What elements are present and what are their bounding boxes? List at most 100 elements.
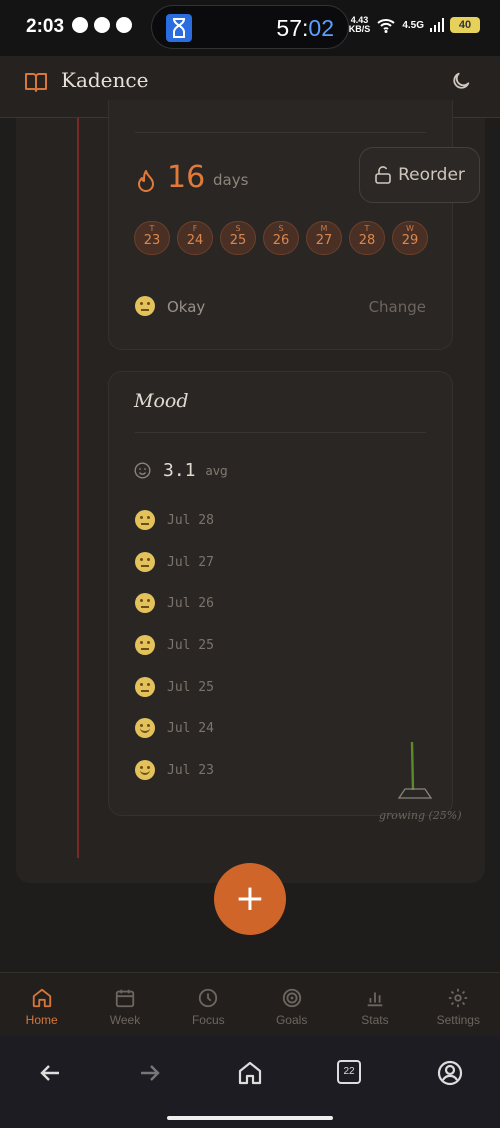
neutral-face-icon — [135, 296, 155, 316]
mood-average-value: 3.1 — [163, 460, 196, 481]
mood-entry: Jul 27 — [135, 552, 214, 572]
streak-unit: days — [213, 171, 249, 189]
nav-focus[interactable]: Focus — [167, 973, 250, 1036]
mood-entry-date: Jul 24 — [167, 720, 214, 736]
day-chip[interactable]: T 28 — [349, 221, 385, 255]
mood-average: 3.1 avg — [134, 460, 228, 481]
day-chip[interactable]: W 29 — [392, 221, 428, 255]
forward-arrow-icon[interactable] — [135, 1058, 165, 1088]
system-nav-bar — [0, 1036, 500, 1128]
app-title: Kadence — [61, 68, 149, 92]
nav-label: Goals — [275, 1013, 308, 1027]
net-speed-unit: KB/S — [348, 24, 371, 34]
target-icon — [282, 988, 301, 1008]
reorder-label: Reorder — [398, 165, 465, 185]
bar-chart-icon — [367, 992, 383, 1007]
day-chip[interactable]: M 27 — [306, 221, 342, 255]
account-icon[interactable] — [435, 1058, 465, 1088]
day-chip[interactable]: S 25 — [220, 221, 256, 255]
home-indicator[interactable] — [167, 1116, 333, 1120]
clock-icon — [199, 988, 218, 1008]
signal-icon — [430, 18, 444, 32]
smile-outline-icon — [134, 462, 151, 479]
mood-entry: Jul 23 — [135, 760, 214, 780]
tab-switcher-button[interactable]: 22 — [337, 1060, 361, 1084]
notification-icons — [72, 17, 132, 33]
day-number: 29 — [401, 233, 419, 248]
day-weekday: M — [320, 224, 328, 233]
margin-line — [77, 118, 79, 858]
mood-entry: Jul 25 — [135, 677, 214, 697]
browser-home-icon[interactable] — [235, 1058, 265, 1088]
day-number: 28 — [358, 233, 376, 248]
wifi-icon — [377, 19, 395, 33]
day-number: 23 — [143, 233, 161, 248]
nav-label: Home — [25, 1013, 58, 1027]
network-type: 4.5G — [402, 19, 424, 31]
mood-entry: Jul 26 — [135, 593, 214, 613]
mood-entry-date: Jul 23 — [167, 762, 214, 778]
day-chip[interactable]: T 23 — [134, 221, 170, 255]
day-number: 24 — [186, 233, 204, 248]
nav-stats[interactable]: Stats — [333, 973, 416, 1036]
day-number: 27 — [315, 233, 333, 248]
day-weekday: T — [149, 224, 155, 233]
day-number: 25 — [229, 233, 247, 248]
mood-card-title: Mood — [134, 390, 189, 412]
streak-count: 16 — [167, 160, 206, 195]
back-arrow-icon[interactable] — [35, 1058, 65, 1088]
status-bar: 2:03 57:02 4.43 KB/S 4.5G 40 — [0, 0, 500, 56]
gear-icon — [449, 988, 468, 1008]
plant-growth-label: growing (25%) — [379, 809, 462, 822]
bottom-nav: Home Week Focus Goals Stats Settings — [0, 972, 500, 1036]
whatsapp-icon — [94, 17, 110, 33]
day-chip[interactable]: S 26 — [263, 221, 299, 255]
nav-label: Focus — [191, 1013, 225, 1027]
chat-icon — [116, 17, 132, 33]
nav-week[interactable]: Week — [83, 973, 166, 1036]
home-icon — [32, 988, 51, 1008]
reorder-button[interactable]: Reorder — [359, 147, 480, 203]
book-icon — [25, 73, 47, 92]
snapchat-icon — [72, 17, 88, 33]
moon-icon[interactable] — [450, 70, 472, 92]
net-speed: 4.43 KB/S — [349, 16, 371, 34]
status-right: 4.43 KB/S 4.5G 40 — [349, 16, 480, 34]
live-activity-pill[interactable]: 57:02 — [151, 5, 349, 49]
streak-card: 16 days T 23 F 24 S 25 S 26 M 27 T 28 W 29 Okay… — [108, 100, 453, 350]
mood-card: Mood 3.1 avg Jul 28 Jul 27 Jul 26 Jul 25… — [108, 371, 462, 822]
week-days: T 23 F 24 S 25 S 26 M 27 T 28 W 29 — [134, 221, 428, 255]
timer-seconds: 02 — [308, 15, 334, 41]
unlock-icon — [375, 166, 391, 184]
nav-home[interactable]: Home — [0, 973, 83, 1036]
mood-entry: Jul 24 — [135, 718, 214, 738]
hourglass-icon — [166, 14, 192, 42]
timer-readout: 57:02 — [276, 15, 334, 42]
neutral-face-icon — [135, 552, 155, 572]
day-weekday: F — [192, 224, 198, 233]
mood-entry-date: Jul 28 — [167, 512, 214, 528]
day-weekday: T — [364, 224, 370, 233]
nav-label: Settings — [436, 1013, 480, 1027]
mood-entry: Jul 28 — [135, 510, 214, 530]
day-number: 26 — [272, 233, 290, 248]
add-entry-button[interactable]: + — [214, 863, 286, 935]
day-weekday: W — [406, 224, 414, 233]
change-mood-button[interactable]: Change — [369, 298, 426, 316]
nav-settings[interactable]: Settings — [417, 973, 500, 1036]
card-divider — [135, 432, 426, 433]
mood-entry: Jul 25 — [135, 635, 214, 655]
mood-entry-date: Jul 25 — [167, 679, 214, 695]
today-mood-label: Okay — [167, 298, 206, 316]
plant-sprout-icon — [397, 741, 433, 799]
neutral-face-icon — [135, 593, 155, 613]
smiling-face-icon — [135, 760, 155, 780]
day-weekday: S — [278, 224, 284, 233]
neutral-face-icon — [135, 510, 155, 530]
mood-entry-date: Jul 27 — [167, 554, 214, 570]
day-chip[interactable]: F 24 — [177, 221, 213, 255]
smiling-face-icon — [135, 718, 155, 738]
nav-goals[interactable]: Goals — [250, 973, 333, 1036]
neutral-face-icon — [135, 635, 155, 655]
day-weekday: S — [235, 224, 241, 233]
